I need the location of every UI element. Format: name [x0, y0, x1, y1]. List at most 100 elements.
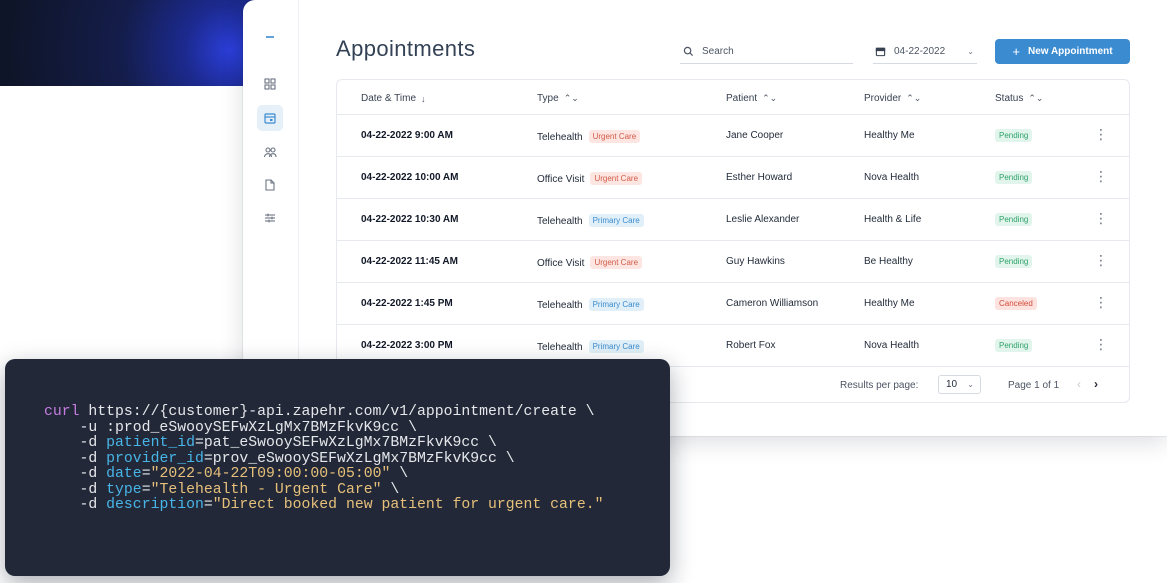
patient-name: Esther Howard — [726, 172, 793, 183]
status-cell: Pending — [995, 255, 1033, 268]
code-token: curl — [44, 404, 80, 420]
next-page-button[interactable]: › — [1094, 377, 1098, 391]
sidebar-item-patients[interactable] — [257, 139, 283, 165]
more-options-icon[interactable]: ⋮ — [1094, 336, 1108, 353]
more-options-icon[interactable]: ⋮ — [1094, 126, 1108, 143]
status-cell: Pending — [995, 129, 1033, 142]
results-per-page-select[interactable]: 10 ⌄ — [938, 375, 981, 394]
code-token: \ — [381, 481, 400, 498]
provider-name: Healthy Me — [864, 298, 915, 309]
date-value: 04-22-2022 — [894, 46, 946, 57]
table-row[interactable]: 04-22-2022 10:30 AM Telehealth Primary Car… — [337, 199, 1129, 241]
search-field[interactable] — [680, 40, 853, 64]
users-icon — [263, 147, 277, 158]
column-header-patient[interactable]: Patient ⌃⌄ — [726, 93, 777, 104]
code-lines: curl https://{customer}-api.zapehr.com/v… — [44, 404, 604, 514]
patient-name: Cameron Williamson — [726, 298, 819, 309]
appointment-type: Telehealth Primary Care — [537, 298, 644, 311]
sidebar-item-documents[interactable] — [257, 172, 283, 198]
status-badge: Pending — [995, 255, 1033, 268]
code-token: = — [141, 481, 151, 498]
patient-name: Jane Cooper — [726, 130, 784, 141]
status-cell: Pending — [995, 171, 1033, 184]
code-line: -u :prod_eSwooySEFwXzLgMx7BMzFkvK9cc \ — [44, 419, 603, 437]
calendar-icon — [264, 113, 276, 124]
code-line: -d description="Direct booked new patien… — [44, 497, 604, 514]
column-header-status[interactable]: Status ⌃⌄ — [995, 93, 1043, 104]
code-token: -d — [44, 450, 107, 467]
code-line: -d type="Telehealth - Urgent Care" \ — [44, 481, 603, 499]
code-token: type — [106, 481, 142, 498]
menu-button[interactable] — [257, 24, 283, 50]
appointment-type-label: Office Visit — [537, 258, 585, 269]
new-appointment-button[interactable]: + New Appointment — [995, 39, 1130, 64]
prev-page-button[interactable]: ‹ — [1077, 377, 1081, 391]
code-token: =prov_eSwooySEFwXzLgMx7BMzFkvK9cc \ — [203, 450, 515, 467]
code-token: -d — [44, 435, 107, 451]
table-row[interactable]: 04-22-2022 1:45 PM Telehealth Primary Care… — [337, 283, 1129, 325]
appointment-datetime: 04-22-2022 1:45 PM — [361, 298, 453, 309]
code-token: https://{customer}-api.zapehr.com/v1/app… — [79, 404, 595, 420]
chevron-down-icon: ⌄ — [967, 380, 974, 389]
column-header-provider[interactable]: Provider ⌃⌄ — [864, 93, 921, 104]
code-token: patient_id — [106, 435, 195, 451]
appointment-type-label: Telehealth — [537, 216, 583, 227]
sort-icon: ⌃⌄ — [762, 93, 778, 103]
code-token: -d — [44, 466, 107, 482]
code-token: = — [141, 466, 151, 482]
search-icon — [683, 46, 694, 57]
status-badge: Pending — [995, 129, 1033, 142]
sort-icon: ⌃⌄ — [1028, 93, 1044, 103]
more-options-icon[interactable]: ⋮ — [1094, 252, 1108, 269]
care-type-tag: Urgent Care — [590, 172, 643, 185]
status-cell: Pending — [995, 339, 1033, 352]
appointment-type-label: Telehealth — [537, 300, 583, 311]
page-title: Appointments — [336, 36, 476, 61]
code-token: date — [106, 466, 142, 482]
document-icon — [265, 179, 275, 191]
more-options-icon[interactable]: ⋮ — [1094, 168, 1108, 185]
table-row[interactable]: 04-22-2022 11:45 AM Office Visit Urgent Ca… — [337, 241, 1129, 283]
care-type-tag: Primary Care — [588, 214, 644, 227]
table-row[interactable]: 04-22-2022 10:00 AM Office Visit Urgent Ca… — [337, 157, 1129, 199]
sidebar-item-dashboard[interactable] — [257, 71, 283, 97]
column-header-type[interactable]: Type ⌃⌄ — [537, 93, 579, 104]
patient-name: Guy Hawkins — [726, 256, 785, 267]
provider-name: Nova Health — [864, 172, 920, 183]
provider-name: Healthy Me — [864, 130, 915, 141]
sort-icon: ⌃⌄ — [563, 93, 579, 103]
page-info: Page 1 of 1 — [1008, 380, 1060, 391]
code-token: = — [203, 497, 213, 513]
appointment-type: Office Visit Urgent Care — [537, 256, 643, 269]
code-token: -d — [44, 497, 107, 513]
more-options-icon[interactable]: ⋮ — [1094, 210, 1108, 227]
date-picker[interactable]: 04-22-2022 ⌄ — [873, 40, 977, 64]
sliders-icon — [265, 213, 275, 223]
appointment-type: Telehealth Primary Care — [537, 214, 644, 227]
code-token: \ — [390, 466, 409, 482]
code-token: -u :prod_eSwooySEFwXzLgMx7BMzFkvK9cc \ — [44, 419, 417, 436]
grid-icon — [264, 78, 276, 90]
code-token: -d — [44, 481, 107, 498]
new-appointment-label: New Appointment — [1027, 46, 1113, 57]
more-options-icon[interactable]: ⋮ — [1094, 294, 1108, 311]
patient-name: Leslie Alexander — [726, 214, 800, 225]
appointment-type-label: Telehealth — [537, 342, 583, 353]
code-token: "Direct booked new patient for urgent ca… — [212, 497, 604, 513]
table-row[interactable]: 04-22-2022 9:00 AM Telehealth Urgent Care J… — [337, 115, 1129, 157]
menu-icon — [266, 36, 274, 38]
appointment-datetime: 04-22-2022 10:00 AM — [361, 172, 459, 183]
appointment-type: Office Visit Urgent Care — [537, 172, 643, 185]
column-header-date-time[interactable]: Date & Time ↓ — [361, 93, 426, 104]
provider-name: Be Healthy — [864, 256, 913, 267]
status-cell: Canceled — [995, 297, 1037, 310]
search-input[interactable] — [702, 46, 842, 57]
appointment-type-label: Office Visit — [537, 174, 585, 185]
sidebar-item-settings[interactable] — [257, 205, 283, 231]
code-token: provider_id — [106, 450, 204, 467]
care-type-tag: Urgent Care — [590, 256, 643, 269]
sidebar-item-appointments[interactable] — [257, 105, 283, 131]
table-header: Date & Time ↓ Type ⌃⌄ Patient ⌃⌄ Provide… — [337, 80, 1129, 115]
appointments-table: Date & Time ↓ Type ⌃⌄ Patient ⌃⌄ Provide… — [336, 79, 1130, 403]
status-badge: Pending — [995, 171, 1033, 184]
